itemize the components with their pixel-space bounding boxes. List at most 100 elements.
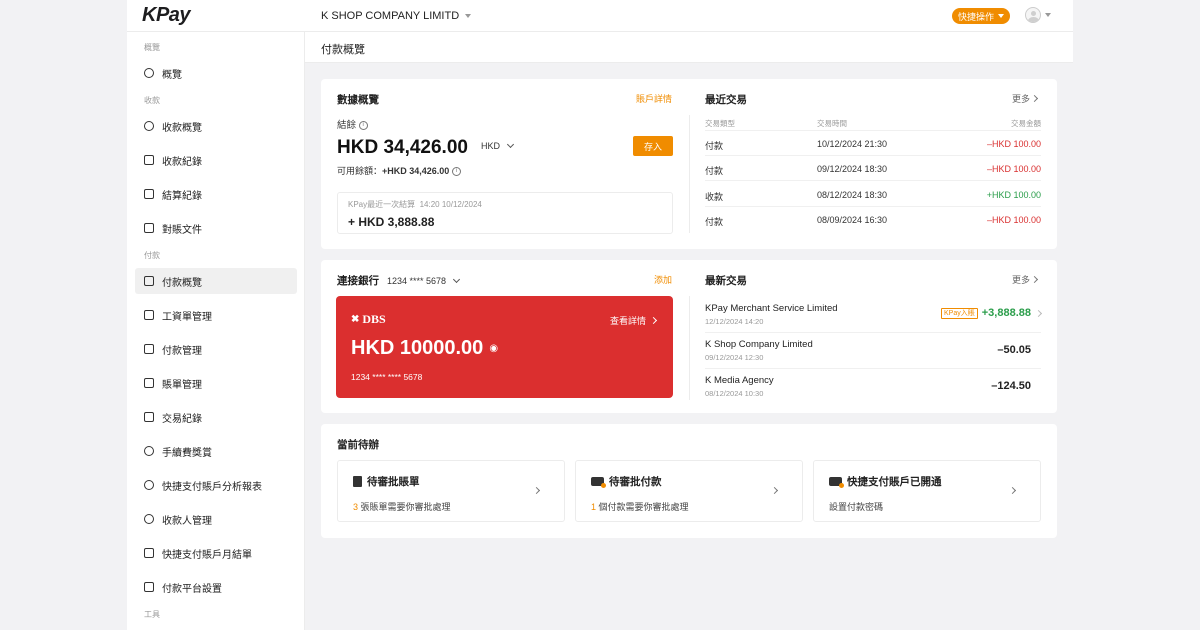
chevron-right-icon bbox=[1008, 486, 1017, 495]
sidebar-item-fps-monthly[interactable]: 快捷支付賬戶月結單 bbox=[135, 540, 297, 566]
company-selector[interactable]: K SHOP COMPANY LIMITD bbox=[321, 10, 472, 22]
view-detail-link[interactable]: 查看詳情 bbox=[610, 314, 658, 327]
fps-opened-item[interactable]: 快捷支付賬戶已開通 設置付款密碼 bbox=[813, 460, 1041, 522]
chevron-right-icon bbox=[1034, 309, 1043, 318]
avatar bbox=[1025, 7, 1041, 23]
sidebar-section-collect: 收款 bbox=[144, 96, 160, 105]
document-icon bbox=[144, 412, 154, 422]
chevron-right-icon bbox=[1030, 275, 1039, 284]
dbs-bank-card[interactable]: ✖ DBS 查看詳情 HKD 10000.00 ◉ 1234 **** **** … bbox=[336, 296, 673, 398]
briefcase-icon bbox=[144, 310, 154, 320]
sidebar-item-fps-report[interactable]: 快捷支付賬戶分析報表 bbox=[135, 472, 297, 498]
wallet-icon bbox=[829, 477, 844, 488]
table-row[interactable]: 付款 10/12/2024 21:30 –HKD 100.00 bbox=[705, 131, 1041, 156]
document-icon bbox=[353, 476, 362, 487]
wallet-icon bbox=[144, 155, 154, 165]
list-item[interactable]: K Shop Company Limited 09/12/2024 12:30 … bbox=[705, 334, 1041, 369]
latest-tx-panel: 最新交易 更多 KPay Merchant Service Limited 12… bbox=[690, 260, 1057, 413]
bank-balance: HKD 10000.00 ◉ bbox=[351, 337, 499, 359]
card-number: 1234 **** **** 5678 bbox=[351, 372, 423, 382]
company-name: K SHOP COMPANY LIMITD bbox=[321, 10, 460, 22]
caret-down-icon bbox=[465, 14, 472, 18]
latest-tx-more-link[interactable]: 更多 bbox=[1012, 273, 1039, 286]
app-window: KPay K SHOP COMPANY LIMITD 快捷操作 概覽 概覽 收款… bbox=[127, 0, 1073, 630]
list-item[interactable]: KPay Merchant Service Limited 12/12/2024… bbox=[705, 298, 1043, 333]
add-bank-link[interactable]: 添加 bbox=[654, 273, 672, 286]
bank-card-panel: 連接銀行 1234 **** 5678 添加 ✖ DBS 查看詳情 HKD 100… bbox=[321, 260, 1057, 413]
table-row[interactable]: 付款 09/12/2024 18:30 –HKD 100.00 bbox=[705, 156, 1041, 181]
recent-tx-panel: 最近交易 更多 交易類型 交易時間 交易金額 付款 10/12/2024 21:… bbox=[690, 79, 1057, 249]
users-icon bbox=[144, 514, 154, 524]
table-row[interactable]: 付款 08/09/2024 16:30 –HKD 100.00 bbox=[705, 207, 1041, 232]
account-detail-link[interactable]: 賬戶詳情 bbox=[636, 92, 672, 105]
settings-card-icon bbox=[144, 582, 154, 592]
percent-icon bbox=[144, 446, 154, 456]
top-bar: KPay K SHOP COMPANY LIMITD 快捷操作 bbox=[127, 0, 1073, 32]
sidebar-item-collect-records[interactable]: 收款紀錄 bbox=[135, 147, 297, 173]
chevron-right-icon bbox=[1030, 94, 1039, 103]
card-icon bbox=[144, 276, 154, 286]
gauge-icon bbox=[144, 68, 154, 78]
balance-label-row: 結餘 i bbox=[337, 117, 368, 131]
document-icon bbox=[144, 189, 154, 199]
sidebar-section-tools: 工具 bbox=[144, 610, 160, 619]
currency-select[interactable]: HKD bbox=[481, 140, 515, 151]
latest-tx-title: 最新交易 bbox=[705, 275, 747, 287]
recent-tx-more-link[interactable]: 更多 bbox=[1012, 92, 1039, 105]
caret-down-icon bbox=[1045, 13, 1051, 17]
sidebar-item-bill-manage[interactable]: 賬單管理 bbox=[135, 370, 297, 396]
folder-check-icon bbox=[144, 223, 154, 233]
bill-icon bbox=[144, 378, 154, 388]
page-header: 付款概覽 bbox=[305, 32, 1073, 63]
sidebar-section-pay: 付款 bbox=[144, 251, 160, 260]
table-row[interactable]: 收款 08/12/2024 18:30 +HKD 100.00 bbox=[705, 182, 1041, 207]
deposit-button[interactable]: 存入 bbox=[633, 136, 673, 156]
chevron-right-icon bbox=[532, 486, 541, 495]
pending-bills-item[interactable]: 待審批賬單 3 張賬單需要你審批處理 bbox=[337, 460, 565, 522]
card-icon bbox=[591, 477, 606, 488]
pie-chart-icon bbox=[144, 480, 154, 490]
info-icon[interactable]: i bbox=[358, 120, 368, 130]
wallet-icon bbox=[144, 344, 154, 354]
sidebar-item-settlement-records[interactable]: 結算紀錄 bbox=[135, 181, 297, 207]
sidebar-item-platform-settings[interactable]: 付款平台設置 bbox=[135, 574, 297, 600]
user-menu[interactable] bbox=[1025, 7, 1051, 23]
sidebar-item-pay-overview[interactable]: 付款概覽 bbox=[135, 268, 297, 294]
star-icon: ✖ bbox=[351, 314, 360, 325]
caret-down-icon bbox=[998, 14, 1005, 18]
dbs-logo: ✖ DBS bbox=[351, 312, 386, 326]
available-amount: +HKD 34,426.00 bbox=[382, 166, 450, 176]
available-row: 可用餘額：+HKD 34,426.00 i bbox=[337, 164, 461, 177]
eye-icon[interactable]: ◉ bbox=[489, 343, 498, 354]
kpay-logo[interactable]: KPay bbox=[142, 4, 191, 27]
chevron-down-icon bbox=[453, 275, 461, 283]
last-settlement-amount: + HKD 3,888.88 bbox=[348, 215, 435, 229]
pending-title: 當前待辦 bbox=[337, 439, 379, 451]
sidebar-item-reconcile-docs[interactable]: 對賬文件 bbox=[135, 215, 297, 241]
recent-tx-header: 交易類型 交易時間 交易金額 bbox=[705, 112, 1041, 131]
quick-action-button[interactable]: 快捷操作 bbox=[952, 8, 1011, 24]
sidebar-item-overview[interactable]: 概覽 bbox=[135, 60, 297, 86]
sidebar-item-fee-rewards[interactable]: 手續費獎賞 bbox=[135, 438, 297, 464]
pending-payments-item[interactable]: 待審批付款 1 個付款需要你審批處理 bbox=[575, 460, 803, 522]
recent-tx-title: 最近交易 bbox=[705, 94, 747, 106]
info-icon[interactable]: i bbox=[451, 167, 461, 177]
chevron-right-icon bbox=[770, 486, 779, 495]
chevron-right-icon bbox=[649, 316, 658, 325]
data-overview-title: 數據概覽 bbox=[337, 94, 379, 106]
pending-card: 當前待辦 待審批賬單 3 張賬單需要你審批處理 待審批付款 1 個付款需要你審批… bbox=[321, 424, 1057, 538]
bank-account-selector[interactable]: 連接銀行 1234 **** 5678 bbox=[337, 273, 461, 288]
sidebar-item-payee-manage[interactable]: 收款人管理 bbox=[135, 506, 297, 532]
overview-card: 數據概覽 賬戶詳情 結餘 i HKD 34,426.00 HKD 存入 可用餘額… bbox=[321, 79, 1057, 249]
kpay-badge: KPay入賬 bbox=[941, 308, 978, 319]
last-settlement-box: KPay最近一次結算 14:20 10/12/2024 + HKD 3,888.… bbox=[337, 192, 673, 234]
sidebar-item-pay-manage[interactable]: 付款管理 bbox=[135, 336, 297, 362]
balance-amount: HKD 34,426.00 bbox=[337, 137, 468, 158]
sidebar-item-tx-records[interactable]: 交易紀錄 bbox=[135, 404, 297, 430]
sidebar-item-payroll[interactable]: 工資單管理 bbox=[135, 302, 297, 328]
sidebar-item-collect-overview[interactable]: 收款概覽 bbox=[135, 113, 297, 139]
list-item[interactable]: K Media Agency 08/12/2024 10:30 –124.50 bbox=[705, 370, 1041, 405]
sidebar-section-overview: 概覽 bbox=[144, 43, 160, 52]
document-icon bbox=[144, 548, 154, 558]
chevron-down-icon bbox=[506, 140, 515, 149]
